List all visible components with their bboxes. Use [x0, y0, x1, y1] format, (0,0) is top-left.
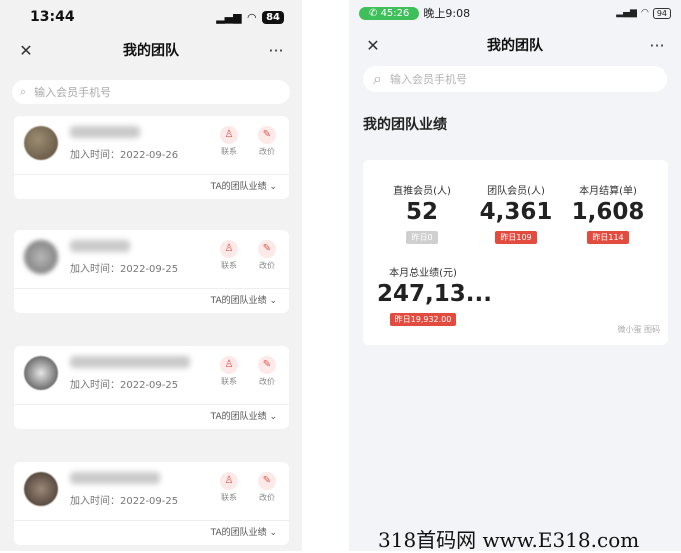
member-name-blurred: [70, 240, 130, 252]
team-performance-toggle[interactable]: TA的团队业绩 ⌄: [14, 405, 289, 429]
edit-icon: ✎: [258, 472, 276, 490]
nav-bar: ✕ 我的团队 ···: [349, 26, 681, 64]
team-performance-toggle[interactable]: TA的团队业绩 ⌄: [14, 289, 289, 313]
join-date: 加入时间：2022-09-26: [70, 150, 179, 161]
join-date: 加入时间：2022-09-25: [70, 264, 179, 275]
join-date: 加入时间：2022-09-25: [70, 496, 179, 507]
battery-icon: 94: [652, 7, 671, 19]
team-performance-toggle[interactable]: TA的团队业绩 ⌄: [14, 175, 289, 199]
search-icon: ⌕: [20, 85, 27, 98]
edit-icon: ✎: [258, 356, 276, 374]
battery-icon: 84: [262, 10, 284, 24]
member-card: 加入时间：2022-09-25 ♙ 联系 ✎ 改价 TA的团队业绩 ⌄: [14, 230, 289, 313]
signal-icon: ▂▄▆: [216, 10, 242, 24]
edit-icon: ✎: [258, 126, 276, 144]
nav-bar: ✕ 我的团队 ···: [0, 34, 302, 66]
edit-icon: ✎: [258, 240, 276, 258]
page-title: 我的团队: [123, 43, 179, 59]
more-button[interactable]: ···: [264, 41, 288, 60]
avatar: [24, 240, 58, 274]
performance-card: 直推会员(人) 52 昨日0 团队会员(人) 4,361 昨日109 本月结算(…: [363, 160, 668, 345]
page-title: 我的团队: [487, 38, 543, 54]
search-input[interactable]: [387, 71, 612, 87]
close-button[interactable]: ✕: [14, 41, 38, 60]
contact-button[interactable]: ♙ 联系: [214, 356, 244, 387]
stat-monthly-total: 本月总业绩(元) 247,13... 昨日19,932.00: [377, 268, 492, 326]
stat-monthly-settled: 本月结算(单) 1,608 昨日114: [571, 186, 645, 244]
contact-icon: ♙: [220, 472, 238, 490]
close-button[interactable]: ✕: [361, 36, 385, 55]
member-name-blurred: [70, 356, 190, 368]
edit-price-button[interactable]: ✎ 改价: [252, 126, 282, 157]
avatar: [24, 472, 58, 506]
wifi-icon: ◠: [247, 10, 257, 24]
contact-icon: ♙: [220, 126, 238, 144]
call-timer-pill[interactable]: ✆ 45:26: [359, 6, 420, 20]
signal-icon: ▂▄▆: [616, 8, 637, 18]
join-date: 加入时间：2022-09-25: [70, 380, 179, 391]
contact-button[interactable]: ♙ 联系: [214, 472, 244, 503]
search-icon: ⌕: [373, 69, 382, 88]
edit-price-button[interactable]: ✎ 改价: [252, 472, 282, 503]
edit-price-button[interactable]: ✎ 改价: [252, 240, 282, 271]
search-input[interactable]: [32, 84, 237, 100]
member-card: 加入时间：2022-09-26 ♙ 联系 ✎ 改价 TA的团队业绩 ⌄: [14, 116, 289, 199]
member-name-blurred: [70, 126, 140, 138]
member-name-blurred: [70, 472, 160, 484]
avatar: [24, 126, 58, 160]
yesterday-badge: 昨日114: [587, 231, 629, 244]
site-watermark: 318首码网 www.E318.com: [378, 528, 640, 552]
avatar: [24, 356, 58, 390]
contact-icon: ♙: [220, 240, 238, 258]
contact-button[interactable]: ♙ 联系: [214, 240, 244, 271]
wifi-icon: ◠: [640, 8, 649, 18]
yesterday-badge: 昨日0: [406, 231, 438, 244]
yesterday-badge: 昨日109: [495, 231, 537, 244]
search-bar[interactable]: ⌕: [12, 80, 290, 104]
more-button[interactable]: ···: [645, 36, 669, 55]
status-bar: 13:44 ▂▄▆ ◠ 84: [0, 0, 302, 34]
stat-direct-members: 直推会员(人) 52 昨日0: [393, 186, 451, 244]
left-screen: 13:44 ▂▄▆ ◠ 84 ✕ 我的团队 ··· ⌕ 加入时间：2022-09…: [0, 0, 302, 551]
search-bar[interactable]: ⌕: [363, 66, 667, 92]
performance-title: 我的团队业绩: [363, 117, 447, 133]
member-card: 加入时间：2022-09-25 ♙ 联系 ✎ 改价 TA的团队业绩 ⌄: [14, 462, 289, 545]
phone-icon: ✆: [369, 7, 381, 19]
team-performance-toggle[interactable]: TA的团队业绩 ⌄: [14, 521, 289, 545]
member-card: 加入时间：2022-09-25 ♙ 联系 ✎ 改价 TA的团队业绩 ⌄: [14, 346, 289, 429]
right-screen: ✆ 45:26 晚上9:08 ▂▄▆ ◠ 94 ✕ 我的团队 ··· ⌕ 我的团…: [349, 0, 681, 551]
contact-button[interactable]: ♙ 联系: [214, 126, 244, 157]
clock: 13:44: [30, 9, 75, 25]
yesterday-badge: 昨日19,932.00: [389, 313, 457, 326]
watermark: 微小蛋 图码: [617, 325, 660, 334]
contact-icon: ♙: [220, 356, 238, 374]
stat-team-members: 团队会员(人) 4,361 昨日109: [479, 186, 553, 244]
edit-price-button[interactable]: ✎ 改价: [252, 356, 282, 387]
clock: 晚上9:08: [423, 7, 471, 20]
status-bar: ✆ 45:26 晚上9:08 ▂▄▆ ◠ 94: [349, 0, 681, 26]
